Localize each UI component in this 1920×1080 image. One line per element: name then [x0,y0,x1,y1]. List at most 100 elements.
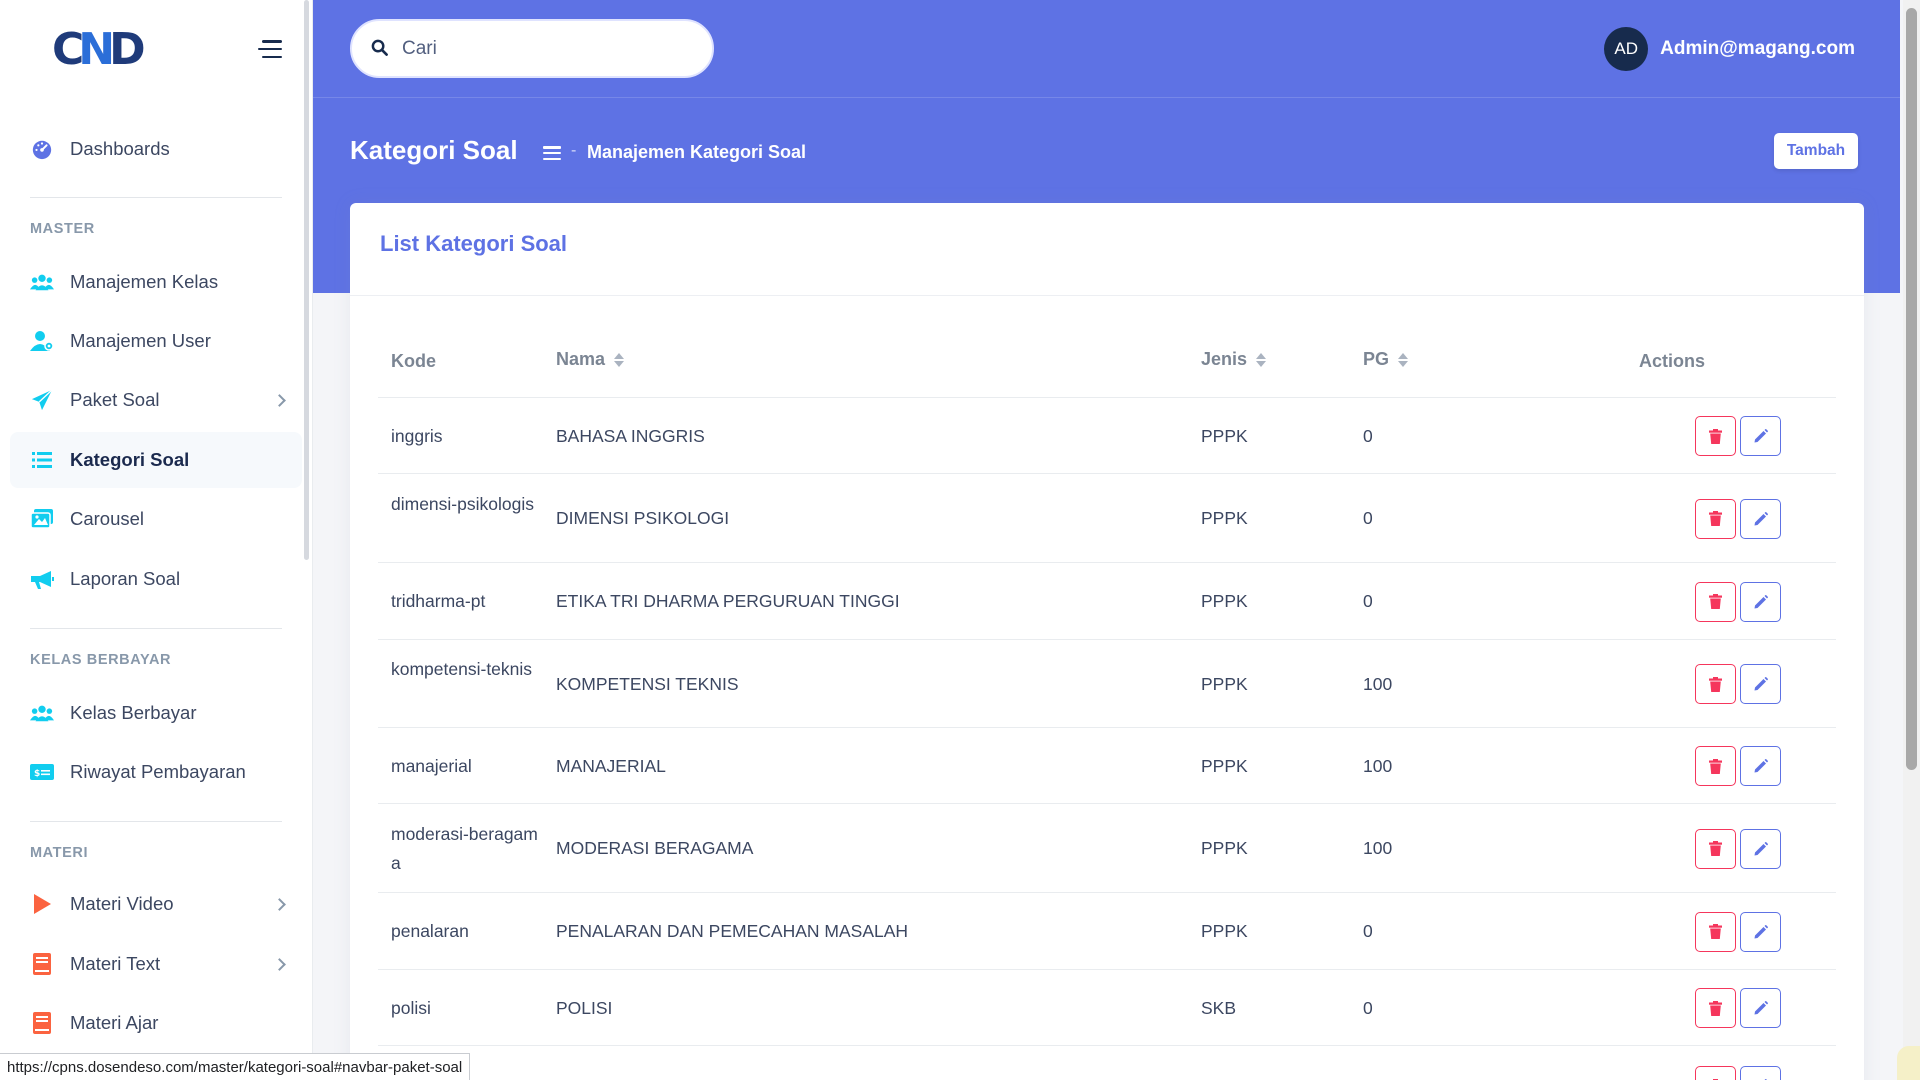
brand: C N D [0,0,312,98]
delete-button[interactable] [1695,1066,1736,1080]
sidebar-item-manajemen-kelas[interactable]: Manajemen Kelas [10,254,302,310]
pencil-icon [1754,759,1768,773]
table-row: psikotesPSIKOTESSKB0 [378,1046,1836,1080]
sidebar-item-carousel[interactable]: Carousel [10,491,302,547]
sidebar-item-riwayat-pembayaran[interactable]: $ Riwayat Pembayaran [10,744,302,800]
trash-icon [1709,924,1722,939]
user-email[interactable]: Admin@magang.com [1660,38,1855,60]
delete-button[interactable] [1695,581,1736,622]
sidebar-item-kategori-soal[interactable]: Kategori Soal [10,432,302,488]
user-cog-icon [30,329,54,353]
sidebar-item-label: Kategori Soal [70,449,190,470]
table-row: tridharma-pt ETIKA TRI DHARMA PERGURUAN T… [378,563,1836,640]
column-header-nama[interactable]: Nama [556,349,625,370]
sidebar-item-manajemen-user[interactable]: Manajemen User [10,313,302,369]
topbar-divider [313,97,1900,98]
edit-button[interactable] [1740,416,1781,456]
sidebar-item-dashboards[interactable]: Dashboards [10,121,302,177]
cell-pg: 0 [1363,425,1373,446]
section-heading-kelas-berbayar: KELAS BERBAYAR [30,652,172,668]
pencil-icon [1754,1001,1768,1015]
delete-button[interactable] [1695,664,1736,704]
avatar[interactable]: AD [1604,27,1649,71]
pencil-icon [1754,594,1768,608]
cell-jenis: PPPK [1201,673,1248,694]
edit-button[interactable] [1740,828,1781,869]
sidebar-item-label: Manajemen User [70,330,211,351]
section-heading-materi: MATERI [30,845,89,861]
book-icon [30,952,54,976]
cell-pg: 0 [1363,508,1373,528]
users-icon [30,701,54,725]
edit-button[interactable] [1740,498,1781,539]
window-scrollbar-thumb[interactable] [1906,8,1917,770]
cell-pg: 0 [1363,1072,1373,1080]
pencil-icon [1754,511,1768,525]
sidenav-toggle-icon[interactable] [258,40,282,58]
pencil-icon [1754,677,1768,691]
delete-button[interactable] [1695,498,1736,539]
corner-widget[interactable] [1897,1046,1920,1080]
logo-letter-c: C [52,23,84,75]
sidebar-item-paket-soal[interactable]: Paket Soal [10,372,302,428]
edit-button[interactable] [1740,746,1781,786]
edit-button[interactable] [1740,988,1781,1028]
sidebar-item-laporan-soal[interactable]: Laporan Soal [10,551,302,607]
sort-icon[interactable] [614,351,625,369]
cell-jenis: PPPK [1201,755,1248,776]
sidebar-divider [30,821,282,822]
sidebar-scrollbar[interactable] [304,0,309,560]
delete-button[interactable] [1695,828,1736,869]
sort-icon[interactable] [1256,351,1267,369]
edit-button[interactable] [1740,664,1781,704]
table-row: polisi POLISI SKB 0 [378,970,1836,1046]
search-icon [371,39,388,56]
sidebar-item-materi-ajar[interactable]: Materi Ajar [10,995,302,1051]
pencil-icon [1754,429,1768,443]
card-header: List Kategori Soal [350,203,1864,296]
brand-logo[interactable]: C N D [52,24,146,75]
table-row: manajerial MANAJERIAL PPPK 100 [378,728,1836,804]
play-icon [30,892,54,916]
cell-kode: inggris [391,425,443,446]
cell-pg: 100 [1363,838,1393,858]
cell-kode: manajerial [391,755,472,776]
delete-button[interactable] [1695,416,1736,456]
status-bar-url: https://cpns.dosendeso.com/master/katego… [0,1053,471,1080]
search-input[interactable] [402,35,692,63]
column-header-jenis[interactable]: Jenis [1201,349,1267,370]
edit-button[interactable] [1740,911,1781,952]
cell-kode: kompetensi-teknis [391,659,533,679]
sort-icon[interactable] [1398,351,1409,369]
trash-icon [1709,594,1722,609]
cell-nama: DIMENSI PSIKOLOGI [556,508,730,528]
column-header-kode[interactable]: Kode [391,351,436,372]
search-bar[interactable] [350,19,714,78]
breadcrumb[interactable]: Manajemen Kategori Soal [587,142,806,163]
column-header-pg[interactable]: PG [1363,349,1409,370]
money-icon: $ [30,760,54,784]
cell-kode: moderasi-beragama [391,823,538,873]
delete-button[interactable] [1695,746,1736,786]
column-header-label: Nama [556,349,606,369]
cell-pg: 100 [1363,755,1393,776]
breadcrumb-list-icon[interactable] [543,146,561,160]
edit-button[interactable] [1740,581,1781,622]
table-row: moderasi-beragama MODERASI BERAGAMA PPPK 10… [378,804,1836,893]
cell-pg: 100 [1363,673,1393,694]
sidebar-item-kelas-berbayar[interactable]: Kelas Berbayar [10,685,302,741]
add-button[interactable]: Tambah [1774,133,1858,169]
table-row: penalaran PENALARAN DAN PEMECAHAN MASALAH… [378,893,1836,970]
sidebar-item-label: Materi Video [70,893,174,914]
logo-letter-n: N [78,23,115,75]
delete-button[interactable] [1695,911,1736,952]
edit-button[interactable] [1740,1066,1781,1080]
cell-jenis: PPPK [1201,921,1248,941]
cell-kode: dimensi-psikologis [391,493,534,514]
breadcrumb-separator: - [571,142,577,159]
delete-button[interactable] [1695,988,1736,1028]
sidebar-item-materi-text[interactable]: Materi Text [10,936,302,992]
sidebar-item-materi-video[interactable]: Materi Video [10,876,302,932]
user-menu[interactable]: AD Admin@magang.com [1604,27,1855,71]
trash-icon [1709,428,1722,444]
